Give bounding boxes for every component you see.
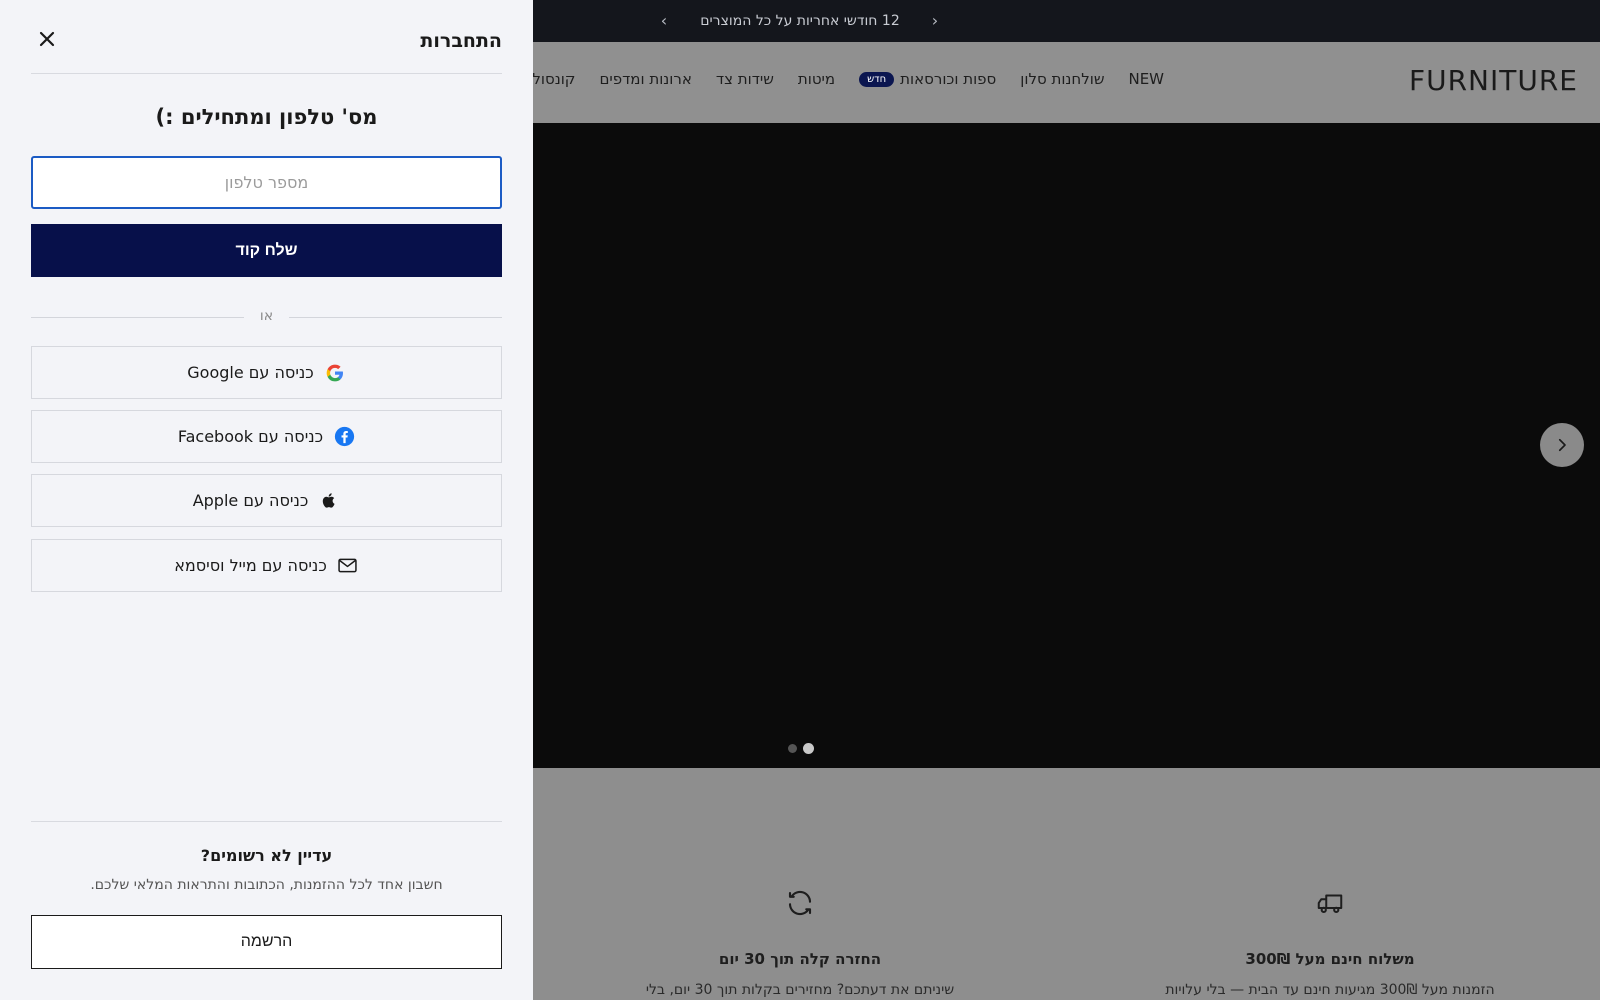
divider bbox=[31, 73, 502, 74]
feature-returns: החזרה קלה תוך 30 יום שיניתם את דעתכם? מח… bbox=[620, 888, 980, 998]
feature-desc: שיניתם את דעתכם? מחזירים בקלות תוך 30 יו… bbox=[645, 982, 955, 998]
announcement-prev-icon[interactable]: ‹ bbox=[654, 10, 674, 30]
slider-dot[interactable] bbox=[788, 744, 797, 753]
facebook-icon bbox=[333, 426, 355, 448]
divider-line bbox=[289, 317, 502, 318]
google-icon bbox=[324, 362, 346, 384]
nav-item-sofas[interactable]: ספות וכורסאות חדש bbox=[859, 70, 996, 88]
nav-item-nightstands[interactable]: שידות צד bbox=[716, 70, 774, 88]
truck-icon bbox=[1317, 894, 1343, 914]
feature-desc: הזמנות מעל 300₪ מגיעות חינם עד הבית — בל… bbox=[1165, 982, 1495, 998]
register-subtitle: חשבון אחד לכל ההזמנות, הכתובות והתראות ה… bbox=[90, 877, 443, 893]
or-divider: או bbox=[31, 308, 502, 328]
or-label: או bbox=[259, 308, 274, 324]
login-drawer: התחברות מס' טלפון ומתחילים :) שלח קוד או… bbox=[0, 0, 533, 1000]
send-code-button[interactable]: שלח קוד bbox=[31, 224, 502, 277]
slider-dots bbox=[788, 743, 814, 754]
nav-item-cabinets[interactable]: ארונות ומדפים bbox=[599, 70, 691, 88]
email-login-label: כניסה עם מייל וסיסמא bbox=[174, 556, 327, 575]
register-title: עדיין לא רשומים? bbox=[200, 846, 333, 865]
nav-item-beds[interactable]: מיטות bbox=[798, 70, 835, 88]
close-icon bbox=[39, 31, 55, 47]
phone-headline: מס' טלפון ומתחילים :) bbox=[155, 105, 378, 129]
nav-item-coffee-tables[interactable]: שולחנות סלון bbox=[1020, 70, 1104, 88]
apple-icon bbox=[318, 490, 340, 512]
announcement-text: 12 חודשי אחריות על כל המוצרים bbox=[700, 13, 900, 29]
main-nav: NEW שולחנות סלון ספות וכורסאות חדש מיטות … bbox=[518, 70, 1164, 88]
feature-shipping: משלוח חינם מעל 300₪ הזמנות מעל 300₪ מגיע… bbox=[1150, 888, 1510, 998]
email-login-button[interactable]: כניסה עם מייל וסיסמא bbox=[31, 539, 502, 592]
google-login-label: כניסה עם Google bbox=[187, 363, 314, 382]
slider-next-button[interactable] bbox=[1540, 423, 1584, 467]
register-button[interactable]: הרשמה bbox=[31, 915, 502, 969]
announcement-next-icon[interactable]: › bbox=[925, 10, 945, 30]
facebook-login-label: כניסה עם Facebook bbox=[177, 427, 324, 446]
mail-icon bbox=[337, 555, 359, 577]
nav-item-new[interactable]: NEW bbox=[1128, 70, 1164, 88]
divider bbox=[31, 821, 502, 822]
facebook-login-button[interactable]: כניסה עם Facebook bbox=[31, 410, 502, 463]
refresh-icon bbox=[788, 890, 812, 916]
site-logo[interactable]: FURNITURE bbox=[1409, 64, 1578, 97]
drawer-title: התחברות bbox=[420, 30, 502, 52]
feature-title: משלוח חינם מעל 300₪ bbox=[1245, 950, 1415, 968]
google-login-button[interactable]: כניסה עם Google bbox=[31, 346, 502, 399]
apple-login-label: כניסה עם Apple bbox=[192, 491, 309, 510]
apple-login-button[interactable]: כניסה עם Apple bbox=[31, 474, 502, 527]
phone-input[interactable] bbox=[31, 156, 502, 209]
new-badge: חדש bbox=[859, 71, 895, 87]
close-button[interactable] bbox=[36, 28, 58, 50]
chevron-right-icon bbox=[1558, 438, 1566, 452]
feature-title: החזרה קלה תוך 30 יום bbox=[718, 950, 882, 968]
slider-dot-active[interactable] bbox=[803, 743, 814, 754]
